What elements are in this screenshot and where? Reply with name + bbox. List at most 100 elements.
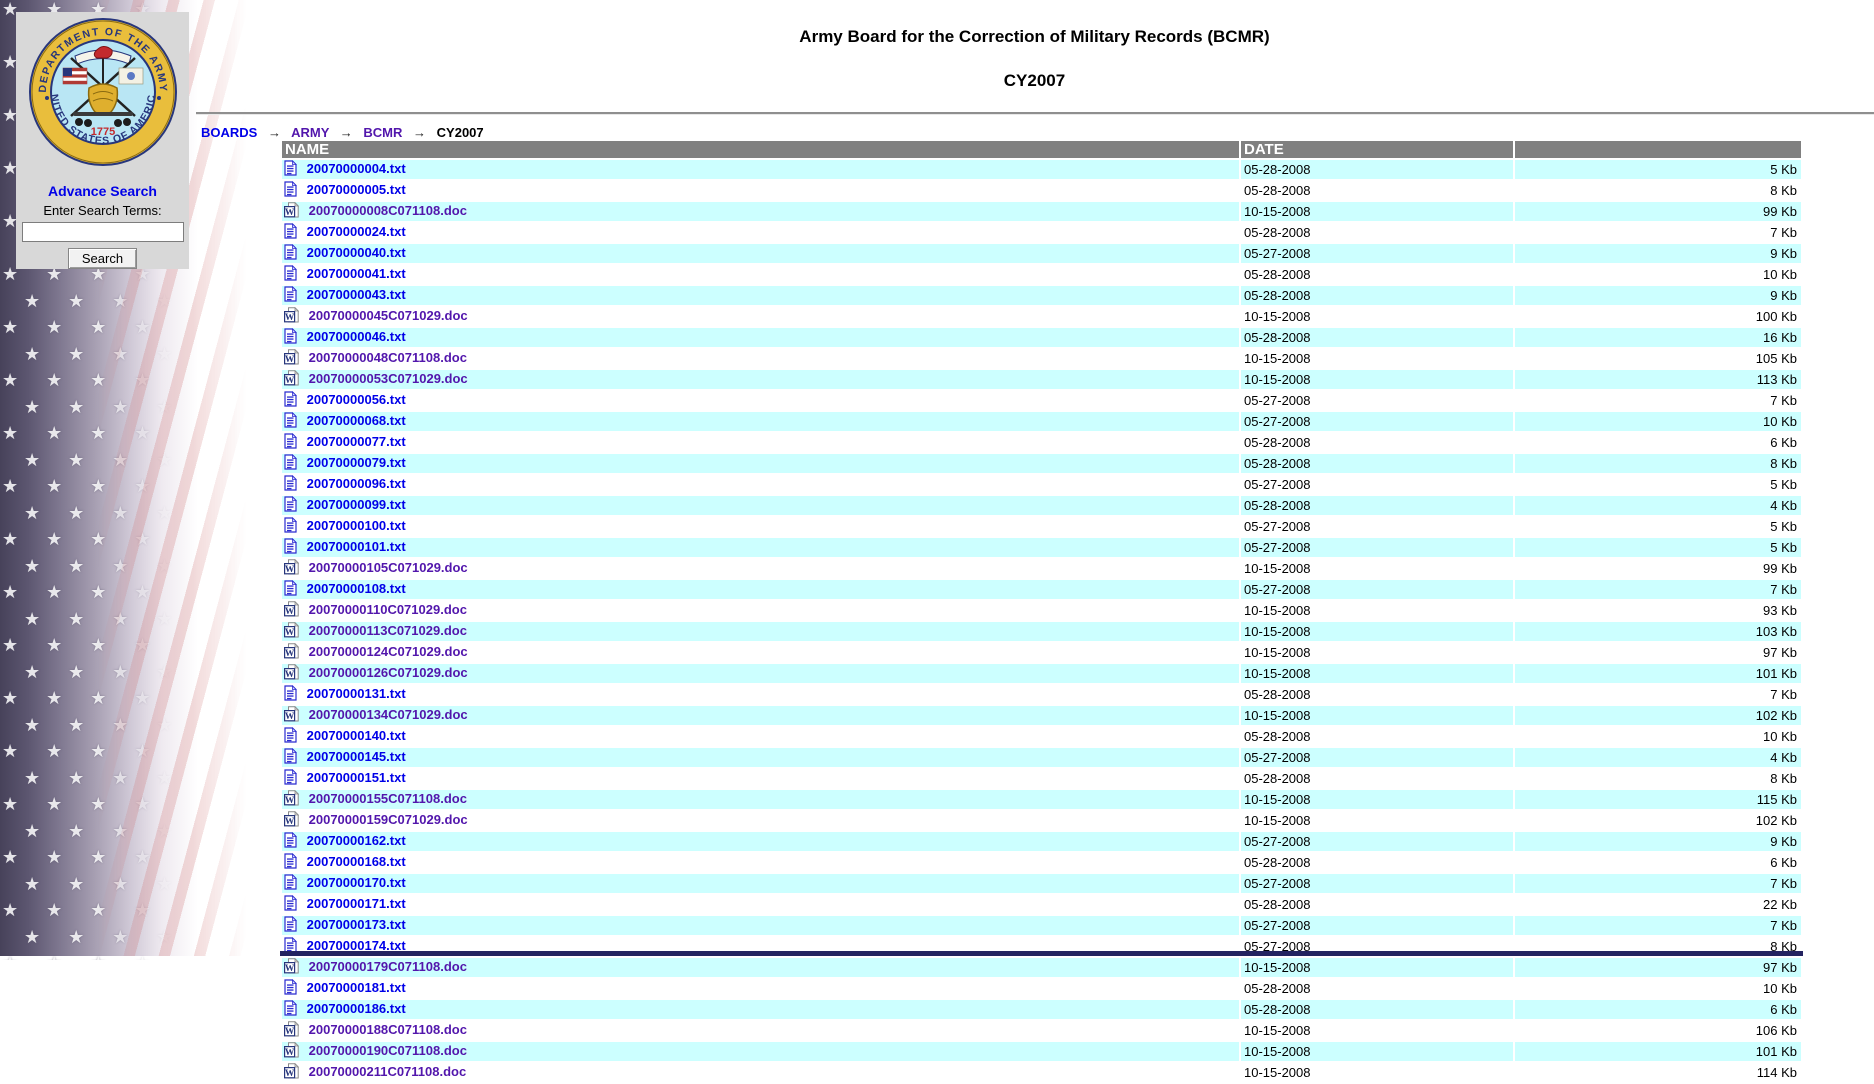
table-row: 20070000068.txt 05-27-2008 10 Kb xyxy=(282,412,1801,431)
file-link[interactable]: 20070000151.txt xyxy=(307,770,406,785)
file-link[interactable]: 20070000101.txt xyxy=(307,539,406,554)
table-row: 20070000046.txt 05-28-2008 16 Kb xyxy=(282,328,1801,347)
svg-text:W: W xyxy=(285,964,295,974)
svg-text:W: W xyxy=(285,208,295,218)
file-link[interactable]: 20070000100.txt xyxy=(307,518,406,533)
txt-file-icon xyxy=(284,538,297,557)
file-size: 102 Kb xyxy=(1515,811,1801,830)
file-link[interactable]: 20070000046.txt xyxy=(307,329,406,344)
file-link[interactable]: 20070000188C071108.doc xyxy=(309,1022,467,1037)
txt-file-icon xyxy=(284,517,297,536)
file-link[interactable]: 20070000110C071029.doc xyxy=(309,602,467,617)
table-row: 20070000168.txt 05-28-2008 6 Kb xyxy=(282,853,1801,872)
breadcrumb-link-bcmr[interactable]: BCMR xyxy=(363,125,402,140)
file-link[interactable]: 20070000113C071029.doc xyxy=(309,623,467,638)
table-row: W 20070000045C071029.doc 10-15-2008 100 … xyxy=(282,307,1801,326)
file-link[interactable]: 20070000162.txt xyxy=(307,833,406,848)
file-date: 05-27-2008 xyxy=(1241,244,1513,263)
file-link[interactable]: 20070000171.txt xyxy=(307,896,406,911)
file-link[interactable]: 20070000168.txt xyxy=(307,854,406,869)
file-date: 05-27-2008 xyxy=(1241,916,1513,935)
file-date: 05-28-2008 xyxy=(1241,223,1513,242)
txt-file-icon xyxy=(284,475,297,494)
file-link[interactable]: 20070000008C071108.doc xyxy=(309,203,467,218)
file-link[interactable]: 20070000048C071108.doc xyxy=(309,350,467,365)
table-row: W 20070000211C071108.doc 10-15-2008 114 … xyxy=(282,1063,1801,1082)
file-link[interactable]: 20070000053C071029.doc xyxy=(309,371,468,386)
file-link[interactable]: 20070000145.txt xyxy=(307,749,406,764)
search-input[interactable] xyxy=(22,222,184,242)
file-link[interactable]: 20070000068.txt xyxy=(307,413,406,428)
breadcrumb-arrow-icon: → xyxy=(340,125,353,140)
txt-file-icon xyxy=(284,1000,297,1019)
txt-file-icon xyxy=(284,916,297,935)
file-link[interactable]: 20070000126C071029.doc xyxy=(309,665,468,680)
file-link[interactable]: 20070000173.txt xyxy=(307,917,406,932)
file-link[interactable]: 20070000131.txt xyxy=(307,686,406,701)
file-date: 10-15-2008 xyxy=(1241,601,1513,620)
file-link[interactable]: 20070000005.txt xyxy=(307,182,406,197)
file-size: 10 Kb xyxy=(1515,265,1801,284)
svg-text:W: W xyxy=(285,1027,295,1037)
file-date: 05-27-2008 xyxy=(1241,580,1513,599)
file-link[interactable]: 20070000134C071029.doc xyxy=(309,707,468,722)
txt-file-icon xyxy=(284,685,297,704)
table-row: W 20070000159C071029.doc 10-15-2008 102 … xyxy=(282,811,1801,830)
file-link[interactable]: 20070000077.txt xyxy=(307,434,406,449)
file-link[interactable]: 20070000041.txt xyxy=(307,266,406,281)
file-link[interactable]: 20070000024.txt xyxy=(307,224,406,239)
table-row: W 20070000124C071029.doc 10-15-2008 97 K… xyxy=(282,643,1801,662)
file-link[interactable]: 20070000155C071108.doc xyxy=(309,791,467,806)
table-row: 20070000099.txt 05-28-2008 4 Kb xyxy=(282,496,1801,515)
breadcrumb-link-boards[interactable]: BOARDS xyxy=(201,125,257,140)
file-link[interactable]: 20070000179C071108.doc xyxy=(309,959,467,974)
table-row: 20070000043.txt 05-28-2008 9 Kb xyxy=(282,286,1801,305)
table-row: 20070000186.txt 05-28-2008 6 Kb xyxy=(282,1000,1801,1019)
file-link[interactable]: 20070000186.txt xyxy=(307,1001,406,1016)
file-link[interactable]: 20070000190C071108.doc xyxy=(309,1043,467,1058)
file-link[interactable]: 20070000096.txt xyxy=(307,476,406,491)
svg-text:W: W xyxy=(285,628,295,638)
file-link[interactable]: 20070000140.txt xyxy=(307,728,406,743)
file-link[interactable]: 20070000108.txt xyxy=(307,581,406,596)
file-link[interactable]: 20070000105C071029.doc xyxy=(309,560,468,575)
file-date: 05-28-2008 xyxy=(1241,181,1513,200)
txt-file-icon xyxy=(284,832,297,851)
file-date: 05-28-2008 xyxy=(1241,895,1513,914)
svg-text:W: W xyxy=(285,565,295,575)
table-row: W 20070000190C071108.doc 10-15-2008 101 … xyxy=(282,1042,1801,1061)
file-date: 10-15-2008 xyxy=(1241,664,1513,683)
file-size: 115 Kb xyxy=(1515,790,1801,809)
doc-file-icon: W xyxy=(284,1063,299,1082)
file-size: 105 Kb xyxy=(1515,349,1801,368)
file-link[interactable]: 20070000043.txt xyxy=(307,287,406,302)
advance-search-link[interactable]: Advance Search xyxy=(48,183,157,199)
file-date: 05-28-2008 xyxy=(1241,685,1513,704)
file-link[interactable]: 20070000099.txt xyxy=(307,497,406,512)
file-link[interactable]: 20070000056.txt xyxy=(307,392,406,407)
file-link[interactable]: 20070000045C071029.doc xyxy=(309,308,468,323)
file-link[interactable]: 20070000181.txt xyxy=(307,980,406,995)
file-date: 10-15-2008 xyxy=(1241,790,1513,809)
file-link[interactable]: 20070000211C071108.doc xyxy=(309,1064,467,1079)
column-header-size xyxy=(1515,141,1801,158)
search-button[interactable]: Search xyxy=(68,248,137,269)
file-date: 10-15-2008 xyxy=(1241,202,1513,221)
file-link[interactable]: 20070000159C071029.doc xyxy=(309,812,468,827)
table-row: 20070000151.txt 05-28-2008 8 Kb xyxy=(282,769,1801,788)
file-link[interactable]: 20070000040.txt xyxy=(307,245,406,260)
file-link[interactable]: 20070000170.txt xyxy=(307,875,406,890)
file-link[interactable]: 20070000004.txt xyxy=(307,161,406,176)
svg-text:W: W xyxy=(285,607,295,617)
breadcrumb-link-army[interactable]: ARMY xyxy=(291,125,329,140)
file-date: 05-28-2008 xyxy=(1241,727,1513,746)
txt-file-icon xyxy=(284,853,297,872)
file-link[interactable]: 20070000124C071029.doc xyxy=(309,644,468,659)
file-link[interactable]: 20070000079.txt xyxy=(307,455,406,470)
file-date: 05-28-2008 xyxy=(1241,265,1513,284)
file-size: 5 Kb xyxy=(1515,538,1801,557)
table-row: 20070000145.txt 05-27-2008 4 Kb xyxy=(282,748,1801,767)
file-date: 05-28-2008 xyxy=(1241,496,1513,515)
doc-file-icon: W xyxy=(284,958,299,977)
table-row: W 20070000134C071029.doc 10-15-2008 102 … xyxy=(282,706,1801,725)
